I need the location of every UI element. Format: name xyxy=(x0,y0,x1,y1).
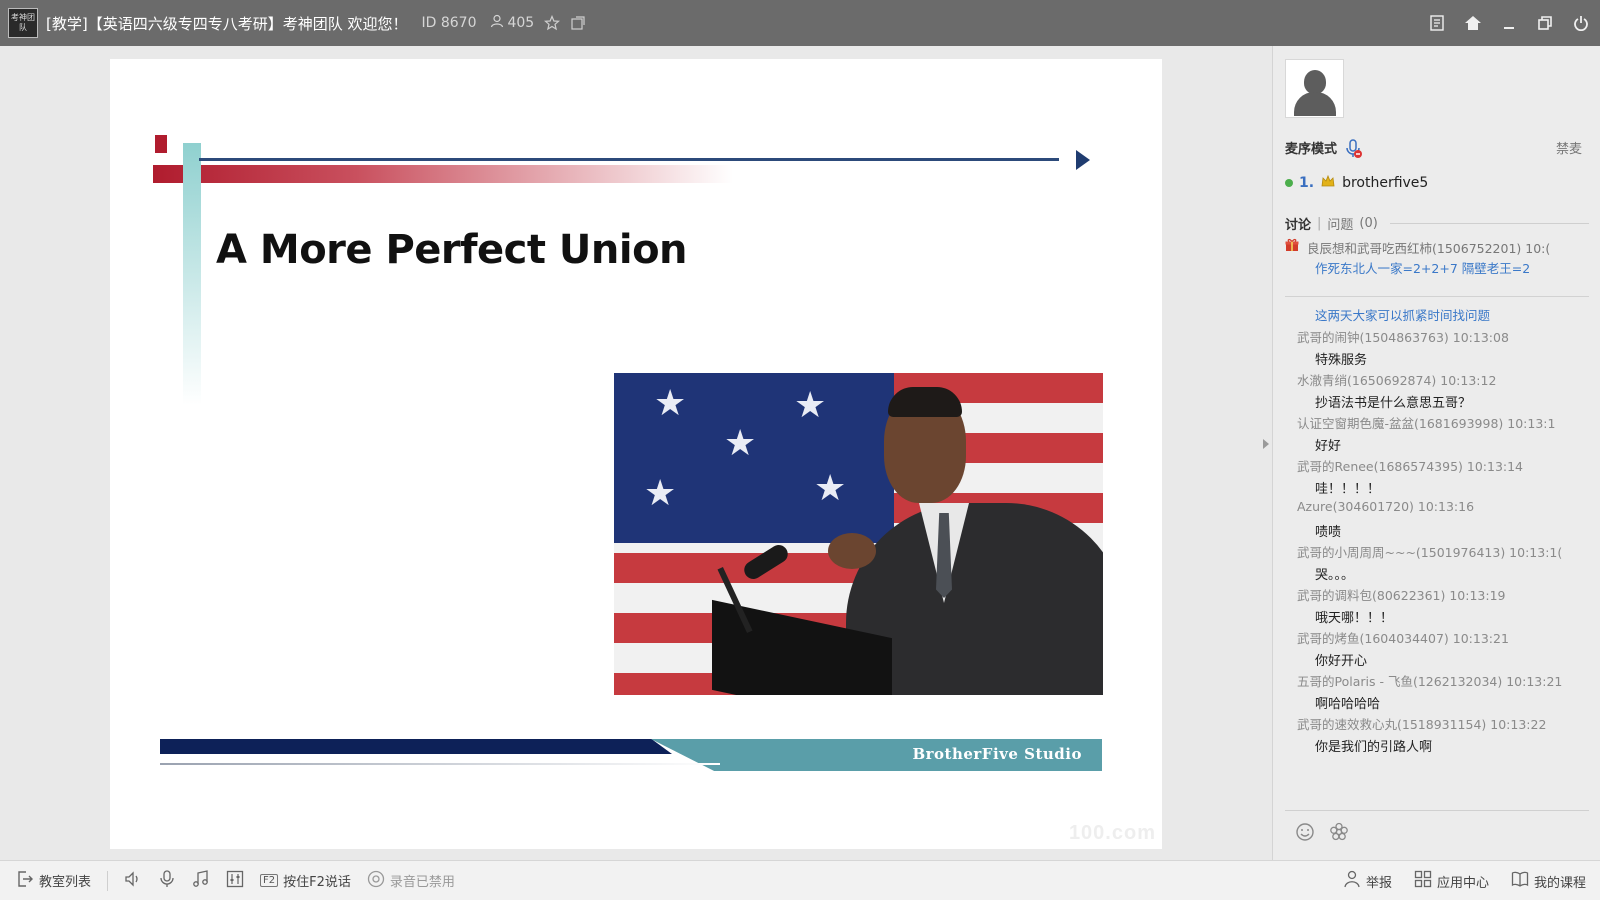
chat-message-meta: 认证空窗期色魔-盆盆(1681693998) 10:13:1 xyxy=(1297,416,1556,431)
speaker-volume-button[interactable] xyxy=(124,870,142,892)
app-logo: 考神团队 xyxy=(8,8,38,38)
collapse-sidebar-icon[interactable] xyxy=(1262,438,1270,452)
notes-icon[interactable] xyxy=(1426,12,1448,34)
gift-icon xyxy=(1285,238,1301,256)
chat-message-text: 好好 xyxy=(1315,438,1342,454)
grid-icon xyxy=(1414,870,1432,892)
chat-message-meta: 武哥的速效救心丸(1518931154) 10:13:22 xyxy=(1297,717,1547,732)
tab-questions[interactable]: 问题 xyxy=(1327,214,1353,233)
sidebar: 麦序模式 禁麦 1. brotherfive5 讨论 | 问题 (0) 良辰想和… xyxy=(1272,46,1600,896)
microphone-icon xyxy=(158,869,176,892)
slide-footer-brand: BrotherFive Studio xyxy=(912,745,1082,763)
my-courses-button[interactable]: 我的课程 xyxy=(1511,870,1586,892)
notice-message: 这两天大家可以抓紧时间找问题 xyxy=(1315,308,1491,323)
mute-all-button[interactable]: 禁麦 xyxy=(1556,138,1582,157)
chat-message-text: 啊哈哈哈哈 xyxy=(1315,696,1381,712)
chat-message-meta: 武哥的调料包(80622361) 10:13:19 xyxy=(1297,588,1506,603)
record-icon xyxy=(367,870,385,892)
window-controls xyxy=(1426,0,1592,46)
restore-icon[interactable] xyxy=(1534,12,1556,34)
chat-list[interactable]: 良辰想和武哥吃西红柿(1506752201) 10:( 作死东北人一家=2+2+… xyxy=(1285,236,1589,804)
flower-gift-icon[interactable] xyxy=(1329,822,1349,847)
mixer-icon xyxy=(226,870,244,892)
slide-decoration xyxy=(160,739,672,754)
online-count: 405 xyxy=(490,14,534,32)
chat-tools xyxy=(1295,822,1349,847)
queue-number: 1. xyxy=(1299,175,1315,191)
chat-message-text: 你好开心 xyxy=(1315,653,1368,669)
chat-message-meta: 五哥的Polaris - 飞鱼(1262132034) 10:13:21 xyxy=(1297,674,1563,689)
music-note-icon xyxy=(192,869,210,892)
bottom-toolbar: 教室列表 F2 按住F2说话 录音已禁用 举报 应用中心 我的课程 xyxy=(0,860,1600,900)
presentation-stage: A More Perfect Union ★ ★ ★ ★ ★ BrotherFi… xyxy=(0,46,1270,860)
gift-message-text: 作死东北人一家=2+2+7 隔壁老王=2 xyxy=(1315,261,1531,276)
slide-decoration xyxy=(155,135,167,153)
queue-username: brotherfive5 xyxy=(1342,175,1429,191)
push-to-talk-button[interactable]: F2 按住F2说话 xyxy=(260,871,351,890)
mic-queue-item[interactable]: 1. brotherfive5 xyxy=(1285,173,1428,193)
bottom-right-actions: 举报 应用中心 我的课程 xyxy=(1343,861,1586,900)
tab-discussion[interactable]: 讨论 xyxy=(1285,214,1311,233)
chat-message-text: 哇！！！！ xyxy=(1315,481,1381,497)
exit-icon xyxy=(16,870,34,892)
watermark: 100.com xyxy=(1068,822,1156,844)
mic-icon[interactable] xyxy=(1345,138,1363,158)
chat-message-meta: 武哥的Renee(1686574395) 10:13:14 xyxy=(1297,459,1524,474)
gift-message-meta: 良辰想和武哥吃西红柿(1506752201) 10:( xyxy=(1285,236,1589,258)
star-icon[interactable] xyxy=(544,15,561,31)
chat-message-text: 抄语法书是什么意思五哥？ xyxy=(1315,395,1472,411)
slide-title: A More Perfect Union xyxy=(216,227,688,273)
mic-mode-label: 麦序模式 xyxy=(1285,142,1338,157)
user-icon xyxy=(490,14,504,32)
chat-message-meta: 武哥的小周周周~~~(1501976413) 10:13:1( xyxy=(1297,545,1563,560)
microphone-button[interactable] xyxy=(158,869,176,892)
online-count-value: 405 xyxy=(507,15,535,31)
title-bar: 考神团队 [教学]【英语四六级专四专八考研】考神团队 欢迎您！ ID 8670 … xyxy=(0,0,1600,46)
classroom-list-button[interactable]: 教室列表 xyxy=(16,870,91,892)
chat-message-meta: 武哥的闹钟(1504863763) 10:13:08 xyxy=(1297,330,1509,345)
room-title: [教学]【英语四六级专四专八考研】考神团队 欢迎您！ xyxy=(46,14,408,33)
chat-tabs: 讨论 | 问题 (0) xyxy=(1285,214,1589,233)
emoji-icon[interactable] xyxy=(1295,822,1315,847)
speaker-photo: ★ ★ ★ ★ ★ xyxy=(614,373,1103,695)
slide: A More Perfect Union ★ ★ ★ ★ ★ BrotherFi… xyxy=(110,59,1162,849)
record-button[interactable]: 录音已禁用 xyxy=(367,870,455,892)
report-button[interactable]: 举报 xyxy=(1343,870,1392,892)
minimize-icon[interactable] xyxy=(1498,12,1520,34)
mixer-button[interactable] xyxy=(226,870,244,892)
report-user-icon xyxy=(1343,870,1361,892)
app-center-button[interactable]: 应用中心 xyxy=(1414,870,1489,892)
chat-message-meta: 水澈青绡(1650692874) 10:13:12 xyxy=(1297,373,1497,388)
home-icon[interactable] xyxy=(1462,12,1484,34)
slide-decoration xyxy=(153,165,733,183)
slide-decoration xyxy=(160,763,720,765)
room-id: ID 8670 xyxy=(421,15,477,31)
chat-message-text: 特殊服务 xyxy=(1315,352,1368,368)
music-button[interactable] xyxy=(192,869,210,892)
speaker-icon xyxy=(124,870,142,892)
chat-message-text: 啧啧 xyxy=(1315,524,1342,540)
power-icon[interactable] xyxy=(1570,12,1592,34)
slide-decoration xyxy=(183,143,201,405)
chat-message-text: 你是我们的引路人啊 xyxy=(1315,739,1433,755)
f2-key-icon: F2 xyxy=(260,874,279,887)
share-icon[interactable] xyxy=(570,15,586,31)
slide-decoration xyxy=(199,158,1059,161)
crown-icon xyxy=(1320,173,1336,193)
arrow-icon xyxy=(1076,150,1090,170)
chat-message-meta: Azure(304601720) 10:13:16 xyxy=(1297,499,1475,514)
avatar[interactable] xyxy=(1285,59,1344,118)
questions-count: (0) xyxy=(1359,216,1378,231)
mic-mode: 麦序模式 xyxy=(1285,138,1363,158)
chat-message-text: 哦天哪！！！ xyxy=(1315,610,1394,626)
book-icon xyxy=(1511,870,1529,892)
online-status-icon xyxy=(1285,179,1293,187)
chat-message-text: 哭。。。 xyxy=(1315,567,1355,583)
chat-message-meta: 武哥的烤鱼(1604034407) 10:13:21 xyxy=(1297,631,1509,646)
